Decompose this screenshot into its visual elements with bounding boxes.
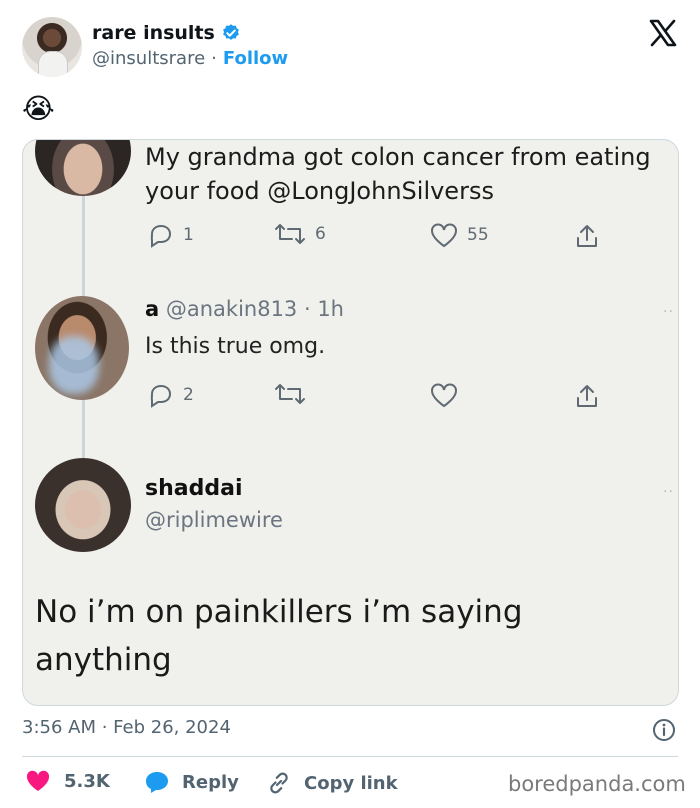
- verified-badge-icon: [222, 24, 239, 40]
- tweet2-share: [573, 382, 601, 410]
- tweet2-actions: 2: [23, 382, 678, 412]
- tweet1-reply: 1: [147, 222, 194, 248]
- author-handle-row: @insultsrare · Follow: [92, 48, 288, 69]
- tweet1-actions: 1 6 55: [23, 222, 678, 252]
- tweet2-handle-time: @anakin813 · 1h: [165, 297, 344, 321]
- tweet-emoji: 😭: [22, 92, 55, 125]
- info-icon[interactable]: [652, 718, 676, 742]
- like-icon: [431, 223, 457, 248]
- like-icon: [431, 383, 457, 408]
- tweet2-name: a: [145, 297, 160, 321]
- tweet3-text: No i’m on painkillers i’m saying anythin…: [35, 594, 523, 678]
- tweet2-reply-count: 2: [183, 385, 194, 405]
- embedded-screenshot[interactable]: My grandma got colon cancer from eating …: [22, 139, 679, 706]
- author-name-row: rare insults: [92, 22, 241, 44]
- separator-dot: ·: [211, 48, 217, 69]
- watermark: boredpanda.com: [508, 772, 686, 796]
- link-icon: [270, 772, 288, 794]
- tweet2-retweet: [273, 382, 307, 406]
- tweet1-like: 55: [429, 222, 489, 248]
- follow-button[interactable]: Follow: [223, 48, 288, 69]
- tweet2-header: a @anakin813 · 1h: [145, 297, 344, 321]
- tweet2-text: Is this true omg.: [145, 334, 326, 359]
- tweet3-name: shaddai: [145, 476, 243, 501]
- tweet1-like-count: 55: [467, 225, 489, 245]
- tweet-timestamp[interactable]: 3:56 AM · Feb 26, 2024: [22, 717, 231, 738]
- tweet1-reply-count: 1: [183, 225, 194, 245]
- author-display-name[interactable]: rare insults: [92, 22, 215, 44]
- author-handle[interactable]: @insultsrare: [92, 48, 205, 69]
- x-logo-icon[interactable]: [648, 18, 678, 48]
- share-icon: [577, 385, 597, 407]
- tweet1-retweet-count: 6: [315, 224, 326, 244]
- tweet1-text: My grandma got colon cancer from eating …: [145, 143, 651, 205]
- speech-bubble-icon: [146, 772, 168, 793]
- reply-label: Reply: [182, 771, 239, 793]
- retweet-icon: [275, 384, 305, 404]
- tweet2-reply: 2: [147, 382, 194, 408]
- share-icon: [577, 225, 597, 247]
- author-avatar[interactable]: [22, 17, 82, 77]
- reply-icon: [150, 224, 172, 248]
- tweet3-handle: @riplimewire: [145, 508, 283, 532]
- grandma-tweet-avatar: [35, 140, 131, 196]
- shaddai-avatar: [35, 458, 131, 552]
- heart-icon: [26, 770, 50, 791]
- more-dots-icon: ··: [663, 304, 674, 320]
- like-count: 5.3K: [64, 770, 110, 792]
- retweet-icon: [275, 224, 305, 244]
- reply-button[interactable]: Reply: [144, 770, 239, 794]
- footer-divider: [22, 756, 678, 757]
- reply-icon: [150, 384, 172, 408]
- tweet-card: rare insults @insultsrare · Follow 😭 My …: [0, 0, 700, 808]
- tweet1-retweet: 6: [273, 222, 326, 246]
- copy-link-label: Copy link: [304, 772, 398, 794]
- tweet1-share: [573, 222, 601, 250]
- copy-link-button[interactable]: Copy link: [266, 770, 398, 796]
- like-button[interactable]: 5.3K: [26, 770, 110, 792]
- tweet2-like: [429, 382, 459, 408]
- more-dots-icon: ··: [663, 484, 674, 500]
